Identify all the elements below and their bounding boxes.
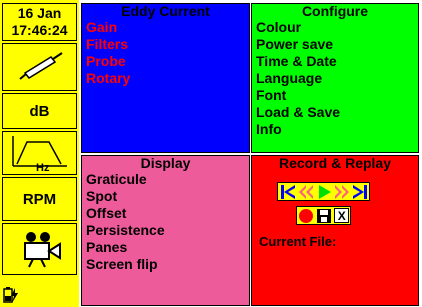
menu-item-font[interactable]: Font	[252, 87, 418, 104]
menu-item-colour[interactable]: Colour	[252, 19, 418, 36]
eddy-current-panel[interactable]: Eddy Current Gain Filters Probe Rotary	[81, 3, 250, 153]
rewind-icon	[298, 184, 313, 199]
rewind-button[interactable]	[297, 183, 314, 200]
play-icon	[318, 184, 331, 199]
rpm-label: RPM	[22, 190, 57, 208]
eddy-current-title: Eddy Current	[121, 3, 210, 19]
skip-end-icon	[352, 184, 367, 199]
datetime-box: 16 Jan 17:46:24	[2, 3, 77, 41]
time-text: 17:46:24	[11, 22, 68, 38]
menu-item-power-save[interactable]: Power save	[252, 36, 418, 53]
menu-item-graticule[interactable]: Graticule	[82, 171, 249, 188]
save-icon	[317, 208, 332, 223]
menu-item-panes[interactable]: Panes	[82, 239, 249, 256]
configure-panel[interactable]: Configure Colour Power save Time & Date …	[251, 3, 419, 153]
menu-item-filters[interactable]: Filters	[82, 36, 249, 53]
skip-start-button[interactable]	[279, 183, 296, 200]
delete-icon: X	[337, 208, 346, 223]
display-title: Display	[140, 155, 191, 171]
menu-item-info[interactable]: Info	[252, 121, 418, 138]
camera-button[interactable]	[2, 223, 77, 275]
record-button[interactable]	[298, 207, 315, 224]
menu-item-offset[interactable]: Offset	[82, 205, 249, 222]
menu-item-gain[interactable]: Gain	[82, 19, 249, 36]
menu-item-rotary[interactable]: Rotary	[82, 70, 249, 87]
sidebar: 16 Jan 17:46:24 dB Hz RPM	[0, 0, 79, 307]
menu-item-persistence[interactable]: Persistence	[82, 222, 249, 239]
save-button[interactable]	[316, 207, 333, 224]
menu-item-load-save[interactable]: Load & Save	[252, 104, 418, 121]
db-label: dB	[29, 102, 50, 120]
video-camera-icon	[23, 232, 61, 268]
menu-item-time-date[interactable]: Time & Date	[252, 53, 418, 70]
skip-end-button[interactable]	[351, 183, 368, 200]
probe-icon	[18, 52, 63, 80]
record-icon	[299, 208, 314, 223]
battery-charging-icon	[3, 287, 18, 303]
rpm-button[interactable]: RPM	[2, 177, 77, 221]
record-replay-panel[interactable]: Record & Replay X Current File:	[251, 155, 419, 306]
skip-start-icon	[280, 184, 295, 199]
current-file-label: Current File:	[259, 234, 337, 249]
configure-title: Configure	[301, 3, 369, 19]
delete-button[interactable]: X	[334, 208, 350, 223]
record-controls: X	[296, 206, 351, 225]
menu-item-probe[interactable]: Probe	[82, 53, 249, 70]
fast-forward-button[interactable]	[333, 183, 350, 200]
filter-hz-button[interactable]: Hz	[2, 131, 77, 175]
menu-item-spot[interactable]: Spot	[82, 188, 249, 205]
probe-button[interactable]	[2, 43, 77, 91]
menu-item-screen-flip[interactable]: Screen flip	[82, 256, 249, 273]
display-panel[interactable]: Display Graticule Spot Offset Persistenc…	[81, 155, 250, 306]
record-replay-title: Record & Replay	[278, 155, 392, 171]
hz-label: Hz	[36, 162, 50, 174]
db-button[interactable]: dB	[2, 93, 77, 129]
fast-forward-icon	[334, 184, 349, 199]
play-button[interactable]	[315, 183, 332, 200]
date-text: 16 Jan	[17, 5, 62, 21]
playback-controls	[277, 182, 370, 201]
menu-item-language[interactable]: Language	[252, 70, 418, 87]
